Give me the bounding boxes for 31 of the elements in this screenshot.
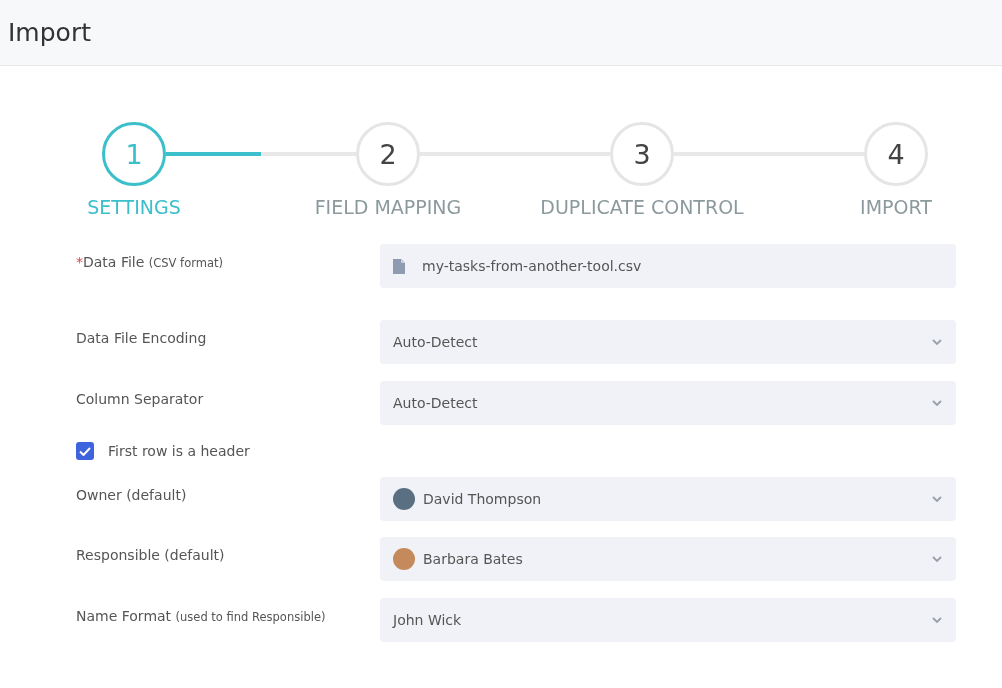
file-icon (393, 258, 405, 274)
avatar-icon (393, 488, 415, 510)
step-circle[interactable]: 4 (864, 122, 928, 186)
check-icon (79, 446, 91, 456)
file-field[interactable]: my-tasks-from-another-tool.csv (380, 244, 956, 288)
chevron-down-icon (932, 339, 942, 345)
step-label: IMPORT (860, 196, 932, 218)
select-field[interactable]: David Thompson (380, 477, 956, 521)
chevron-down-icon (932, 617, 942, 623)
field-label: Column Separator (76, 390, 205, 407)
field-label: Owner (default) (76, 486, 188, 503)
avatar-icon (393, 548, 415, 570)
step-label: DUPLICATE CONTROL (540, 196, 744, 218)
chevron-down-icon (932, 496, 942, 502)
checkbox-label: First row is a header (108, 443, 250, 459)
field-label: Name Format (used to find Responsible) (76, 607, 327, 624)
chevron-down-icon (932, 400, 942, 406)
step-label: FIELD MAPPING (314, 196, 462, 218)
field-label: *Data File (CSV format) (76, 253, 224, 270)
step-label: SETTINGS (87, 196, 181, 218)
select-field[interactable]: Auto-Detect (380, 320, 956, 364)
checkbox[interactable] (76, 442, 94, 460)
page-title: Import (8, 18, 91, 47)
step-circle[interactable]: 2 (356, 122, 420, 186)
field-label: Responsible (default) (76, 546, 226, 563)
select-field[interactable]: John Wick (380, 598, 956, 642)
field-label: Data File Encoding (76, 329, 208, 346)
select-field[interactable]: Auto-Detect (380, 381, 956, 425)
select-field[interactable]: Barbara Bates (380, 537, 956, 581)
chevron-down-icon (932, 556, 942, 562)
step-circle[interactable]: 3 (610, 122, 674, 186)
